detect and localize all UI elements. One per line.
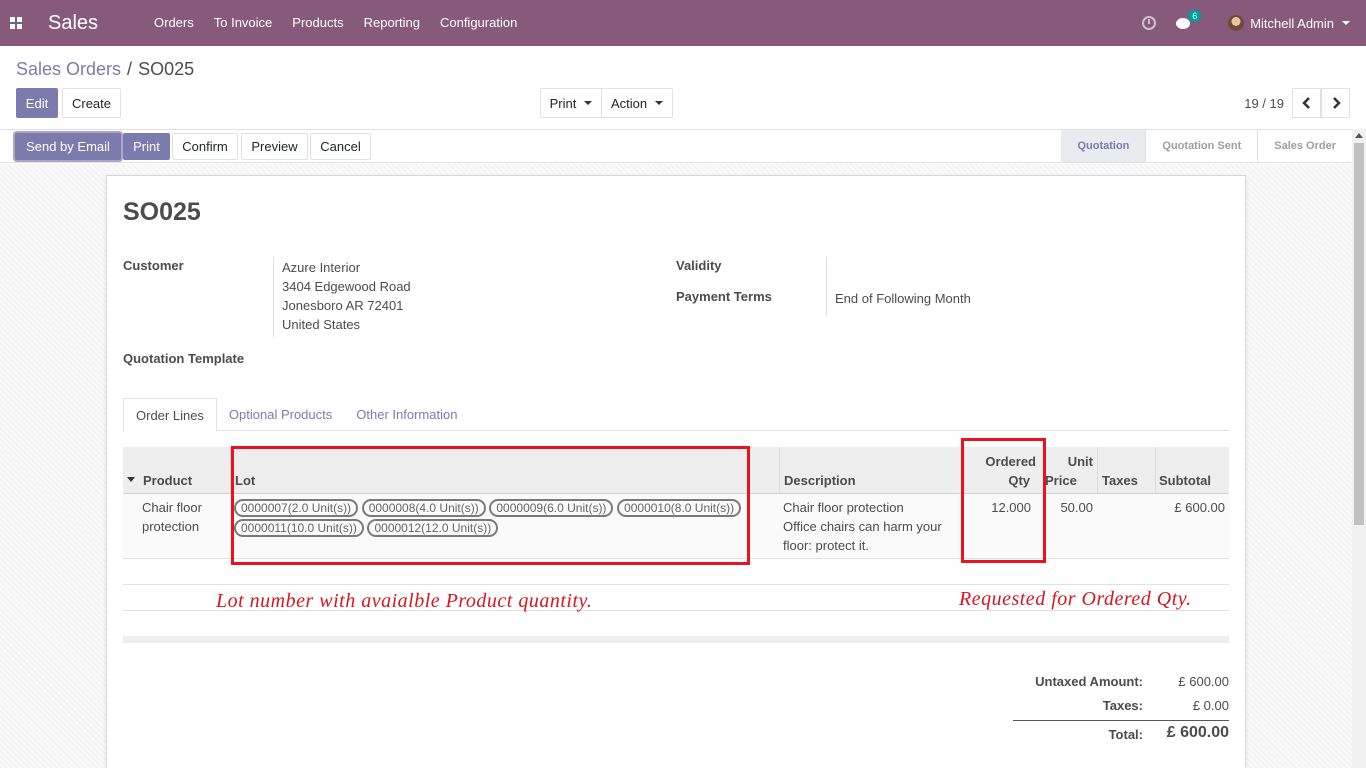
untaxed-amount-label: Untaxed Amount: xyxy=(1035,674,1143,689)
tab-optional-products[interactable]: Optional Products xyxy=(217,398,344,431)
field-separator xyxy=(273,257,274,337)
pager-value[interactable]: 19 / 19 xyxy=(1244,96,1284,111)
column-taxes[interactable]: Taxes xyxy=(1098,447,1156,493)
column-subtotal-label: Subtotal xyxy=(1159,473,1211,488)
create-button[interactable]: Create xyxy=(62,88,121,118)
lot-highlight-box xyxy=(231,446,750,565)
chevron-right-icon xyxy=(1332,97,1341,109)
caret-down-icon xyxy=(655,101,664,105)
status-stages: Quotation Quotation Sent Sales Order xyxy=(1061,130,1352,162)
product-cell: Chair floor protection xyxy=(142,498,202,536)
print-dropdown-button[interactable]: Print xyxy=(540,88,602,118)
app-name[interactable]: Sales xyxy=(48,12,144,35)
pager-next-button[interactable] xyxy=(1321,88,1350,118)
quotation-template-label: Quotation Template xyxy=(123,351,245,366)
breadcrumb-separator: / xyxy=(127,59,133,79)
tab-other-information[interactable]: Other Information xyxy=(344,398,469,431)
menu-item-reporting[interactable]: Reporting xyxy=(354,0,430,46)
description-cell: Chair floor protection Office chairs can… xyxy=(783,498,942,555)
notebook-tabs: Order Lines Optional Products Other Info… xyxy=(123,398,1229,432)
print-dropdown-label: Print xyxy=(549,95,577,111)
qty-annotation-text: Requested for Ordered Qty. xyxy=(959,588,1192,610)
tab-order-lines[interactable]: Order Lines xyxy=(123,398,217,432)
column-unit-price-label-2: Price xyxy=(1045,473,1077,488)
clock-icon[interactable] xyxy=(1142,16,1157,30)
column-description-label: Description xyxy=(784,473,856,488)
action-dropdown-label: Action xyxy=(610,95,648,111)
pager-previous-button[interactable] xyxy=(1292,88,1321,118)
column-taxes-label: Taxes xyxy=(1102,473,1138,488)
column-product-label: Product xyxy=(143,473,193,488)
preview-button[interactable]: Preview xyxy=(241,133,308,160)
column-subtotal[interactable]: Subtotal xyxy=(1156,447,1229,493)
customer-link[interactable]: Azure Interior xyxy=(282,258,360,277)
product-name-line-1: Chair floor xyxy=(142,500,202,515)
subtotal-cell: £ 600.00 xyxy=(1174,500,1225,515)
menu-item-to-invoice[interactable]: To Invoice xyxy=(204,0,283,46)
menu-item-products[interactable]: Products xyxy=(282,0,353,46)
table-footer-bar xyxy=(123,636,1229,643)
cancel-button[interactable]: Cancel xyxy=(310,133,371,160)
stage-quotation-sent[interactable]: Quotation Sent xyxy=(1145,130,1257,162)
column-product[interactable]: Product xyxy=(139,447,231,493)
breadcrumb: Sales Orders / SO025 xyxy=(16,59,194,80)
caret-down-icon xyxy=(584,101,593,105)
record-title: SO025 xyxy=(123,198,201,226)
payment-terms-link[interactable]: End of Following Month xyxy=(835,289,971,308)
address-line-1: 3404 Edgewood Road xyxy=(282,279,411,294)
pager: 19 / 19 xyxy=(1244,88,1350,118)
customer-label: Customer xyxy=(123,258,184,273)
avatar xyxy=(1228,15,1245,31)
form-statusbar: Send by Email Print Confirm Preview Canc… xyxy=(0,129,1366,163)
stage-quotation[interactable]: Quotation xyxy=(1061,130,1146,162)
description-line-2: Office chairs can harm your xyxy=(783,519,942,534)
menu-item-configuration[interactable]: Configuration xyxy=(430,0,527,46)
user-name: Mitchell Admin xyxy=(1250,15,1334,31)
apps-icon[interactable] xyxy=(0,0,32,46)
field-separator xyxy=(826,257,827,315)
column-unit-price[interactable]: Unit Price xyxy=(1045,447,1098,493)
breadcrumb-sales-orders[interactable]: Sales Orders xyxy=(16,59,121,80)
total-label: Total: xyxy=(1108,727,1143,742)
address-line-3: United States xyxy=(282,317,361,332)
description-line-3: floor: protect it. xyxy=(783,538,869,553)
edit-button[interactable]: Edit xyxy=(16,88,58,118)
user-menu[interactable]: Mitchell Admin xyxy=(1228,15,1350,31)
column-unit-price-label-1: Unit xyxy=(1067,454,1093,469)
menu-item-orders[interactable]: Orders xyxy=(144,0,204,46)
send-by-email-button[interactable]: Send by Email xyxy=(15,133,121,160)
taxes-total-value: £ 0.00 xyxy=(1192,698,1229,713)
vertical-scrollbar[interactable] xyxy=(1352,129,1366,768)
chevron-left-icon xyxy=(1301,97,1310,109)
untaxed-amount-value: £ 600.00 xyxy=(1178,674,1229,689)
description-line-1: Chair floor protection xyxy=(783,500,904,515)
action-dropdown-button[interactable]: Action xyxy=(601,88,673,118)
messaging-menu[interactable]: 6 xyxy=(1176,9,1202,29)
scrollbar-thumb[interactable] xyxy=(1354,143,1364,525)
print-button[interactable]: Print xyxy=(123,133,170,160)
unit-price-cell: 50.00 xyxy=(1060,500,1093,515)
stage-sales-order[interactable]: Sales Order xyxy=(1257,130,1352,162)
qty-highlight-box xyxy=(961,438,1046,563)
confirm-button[interactable]: Confirm xyxy=(172,133,238,160)
total-value: £ 600.00 xyxy=(1166,724,1229,741)
chevron-down-icon xyxy=(1342,21,1350,25)
top-navbar: Sales Orders To Invoice Products Reporti… xyxy=(0,0,1366,46)
validity-label: Validity xyxy=(676,258,722,273)
taxes-total-label: Taxes: xyxy=(1102,698,1143,713)
scroll-up-icon[interactable] xyxy=(1355,133,1363,138)
form-sheet: SO025 Customer Azure Interior 3404 Edgew… xyxy=(106,175,1246,768)
breadcrumb-current: SO025 xyxy=(138,59,195,79)
address-line-2: Jonesboro AR 72401 xyxy=(282,298,404,313)
totals-divider xyxy=(1013,720,1229,721)
main-menu: Orders To Invoice Products Reporting Con… xyxy=(144,0,527,46)
sort-caret-icon[interactable] xyxy=(127,477,135,482)
chat-count-badge: 6 xyxy=(1188,9,1202,22)
payment-terms-label: Payment Terms xyxy=(676,289,772,304)
lot-annotation-text: Lot number with avaialble Product quanti… xyxy=(216,590,593,612)
column-description[interactable]: Description xyxy=(780,447,965,493)
product-name-line-2: protection xyxy=(142,519,200,534)
